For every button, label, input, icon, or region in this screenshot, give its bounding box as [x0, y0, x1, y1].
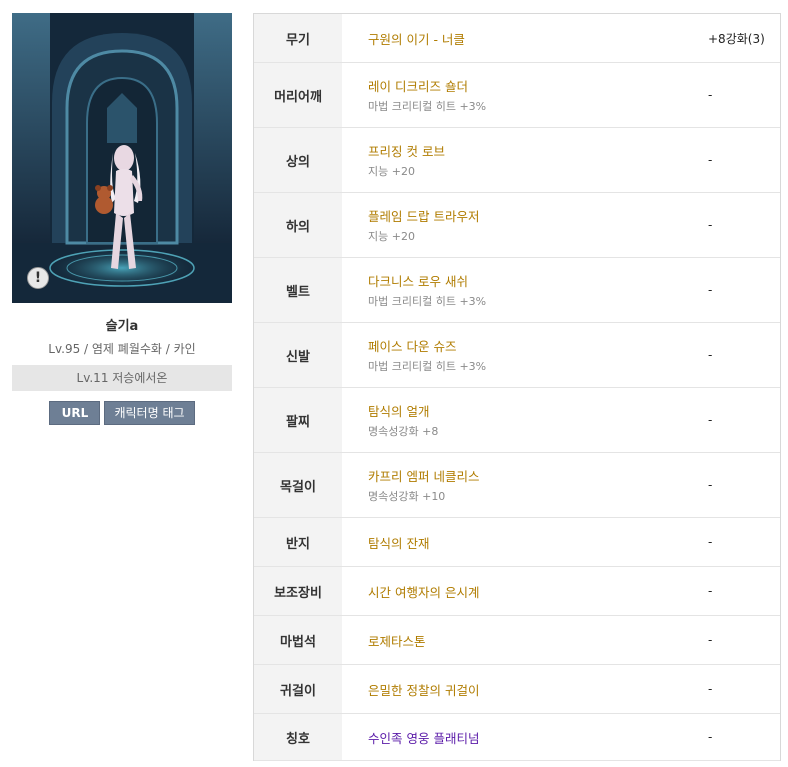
- equipment-item: 은밀한 정찰의 귀걸이: [368, 665, 479, 713]
- item-upgrade: -: [708, 283, 713, 297]
- item-name[interactable]: 페이스 다운 슈즈: [368, 336, 486, 355]
- item-stat: 명속성강화 +10: [368, 490, 446, 503]
- item-stat: 마법 크리티컬 히트 +3%: [368, 100, 487, 113]
- equipment-slot-label: 칭호: [254, 714, 342, 760]
- item-stat: 지능 +20: [368, 230, 415, 243]
- item-stat: 마법 크리티컬 히트 +3%: [368, 295, 487, 308]
- action-buttons: URL 캐릭터명 태그: [12, 401, 232, 425]
- character-name: 슬기a: [105, 319, 139, 334]
- url-button[interactable]: URL: [49, 401, 101, 425]
- equipment-slot-label: 귀걸이: [254, 665, 342, 713]
- item-upgrade: -: [708, 682, 713, 696]
- equipment-row[interactable]: 반지 탐식의 잔재 -: [254, 518, 780, 567]
- item-name[interactable]: 카프리 엠퍼 네클리스: [368, 466, 479, 485]
- item-upgrade: -: [708, 88, 713, 102]
- equipment-item: 플레임 드랍 트라우저지능 +20: [368, 193, 479, 257]
- equipment-slot-label: 머리어깨: [254, 63, 342, 127]
- item-upgrade: -: [708, 478, 713, 492]
- equipment-item: 카프리 엠퍼 네클리스명속성강화 +10: [368, 453, 479, 517]
- equipment-row[interactable]: 벨트 다크니스 로우 새쉬마법 크리티컬 히트 +3% -: [254, 258, 780, 323]
- item-stat: 명속성강화 +8: [368, 425, 439, 438]
- item-name[interactable]: 시간 여행자의 은시계: [368, 582, 479, 601]
- equipment-slot-label: 신발: [254, 323, 342, 387]
- equipment-slot-label: 마법석: [254, 616, 342, 664]
- item-name[interactable]: 탐식의 잔재: [368, 533, 429, 552]
- item-name[interactable]: 다크니스 로우 새쉬: [368, 271, 486, 290]
- item-stat: 지능 +20: [368, 165, 415, 178]
- equipment-slot-label: 팔찌: [254, 388, 342, 452]
- item-upgrade: -: [708, 153, 713, 167]
- adventure-info: Lv.11 저승에서온: [12, 365, 232, 391]
- item-upgrade: +8강화(3): [708, 31, 765, 46]
- equipment-item: 탐식의 얼개명속성강화 +8: [368, 388, 438, 452]
- item-upgrade: -: [708, 535, 713, 549]
- equipment-slot-label: 상의: [254, 128, 342, 192]
- equipment-item: 탐식의 잔재: [368, 518, 429, 566]
- item-upgrade: -: [708, 633, 713, 647]
- item-name[interactable]: 로제타스톤: [368, 631, 426, 650]
- item-upgrade: -: [708, 413, 713, 427]
- equipment-row[interactable]: 머리어깨 레이 디크리즈 숄더마법 크리티컬 히트 +3% -: [254, 63, 780, 128]
- equipment-item: 페이스 다운 슈즈마법 크리티컬 히트 +3%: [368, 323, 486, 387]
- portrait-art: [12, 13, 232, 303]
- equipment-item: 수인족 영웅 플래티넘: [368, 714, 479, 760]
- character-info: Lv.95 / 염제 폐월수화 / 카인: [48, 342, 196, 356]
- item-stat: 마법 크리티컬 히트 +3%: [368, 360, 487, 373]
- item-upgrade: -: [708, 218, 713, 232]
- equipment-slot-label: 반지: [254, 518, 342, 566]
- item-upgrade: -: [708, 730, 713, 744]
- item-upgrade: -: [708, 348, 713, 362]
- equipment-slot-label: 보조장비: [254, 567, 342, 615]
- equipment-slot-label: 하의: [254, 193, 342, 257]
- character-portrait: !: [12, 13, 232, 303]
- item-name[interactable]: 레이 디크리즈 숄더: [368, 76, 486, 95]
- equipment-item: 다크니스 로우 새쉬마법 크리티컬 히트 +3%: [368, 258, 486, 322]
- equipment-item: 시간 여행자의 은시계: [368, 567, 479, 615]
- equipment-item: 레이 디크리즈 숄더마법 크리티컬 히트 +3%: [368, 63, 486, 127]
- item-name[interactable]: 프리징 컷 로브: [368, 141, 445, 160]
- equipment-table: 무기 구원의 이기 - 너클 +8강화(3) 머리어깨 레이 디크리즈 숄더마법 크리티…: [253, 13, 781, 761]
- equipment-row[interactable]: 무기 구원의 이기 - 너클 +8강화(3): [254, 14, 780, 63]
- equipment-row[interactable]: 칭호 수인족 영웅 플래티넘 -: [254, 714, 780, 761]
- item-upgrade: -: [708, 584, 713, 598]
- equipment-row[interactable]: 귀걸이 은밀한 정찰의 귀걸이 -: [254, 665, 780, 714]
- character-tag-button[interactable]: 캐릭터명 태그: [104, 401, 195, 425]
- item-name[interactable]: 플레임 드랍 트라우저: [368, 206, 479, 225]
- equipment-slot-label: 무기: [254, 14, 342, 62]
- equipment-row[interactable]: 목걸이 카프리 엠퍼 네클리스명속성강화 +10 -: [254, 453, 780, 518]
- equipment-row[interactable]: 상의 프리징 컷 로브지능 +20 -: [254, 128, 780, 193]
- equipment-slot-label: 목걸이: [254, 453, 342, 517]
- equipment-item: 로제타스톤: [368, 616, 426, 664]
- warning-icon[interactable]: !: [27, 267, 49, 289]
- equipment-row[interactable]: 보조장비 시간 여행자의 은시계 -: [254, 567, 780, 616]
- equipment-item: 프리징 컷 로브지능 +20: [368, 128, 445, 192]
- item-name[interactable]: 탐식의 얼개: [368, 401, 438, 420]
- item-name[interactable]: 수인족 영웅 플래티넘: [368, 728, 479, 747]
- equipment-row[interactable]: 하의 플레임 드랍 트라우저지능 +20 -: [254, 193, 780, 258]
- equipment-slot-label: 벨트: [254, 258, 342, 322]
- equipment-row[interactable]: 마법석 로제타스톤 -: [254, 616, 780, 665]
- item-name[interactable]: 은밀한 정찰의 귀걸이: [368, 680, 479, 699]
- item-name[interactable]: 구원의 이기 - 너클: [368, 29, 465, 48]
- equipment-row[interactable]: 팔찌 탐식의 얼개명속성강화 +8 -: [254, 388, 780, 453]
- character-panel: ! 슬기a Lv.95 / 염제 폐월수화 / 카인 Lv.11 저승에서온 U…: [12, 13, 232, 425]
- equipment-item: 구원의 이기 - 너클: [368, 14, 465, 62]
- equipment-row[interactable]: 신발 페이스 다운 슈즈마법 크리티컬 히트 +3% -: [254, 323, 780, 388]
